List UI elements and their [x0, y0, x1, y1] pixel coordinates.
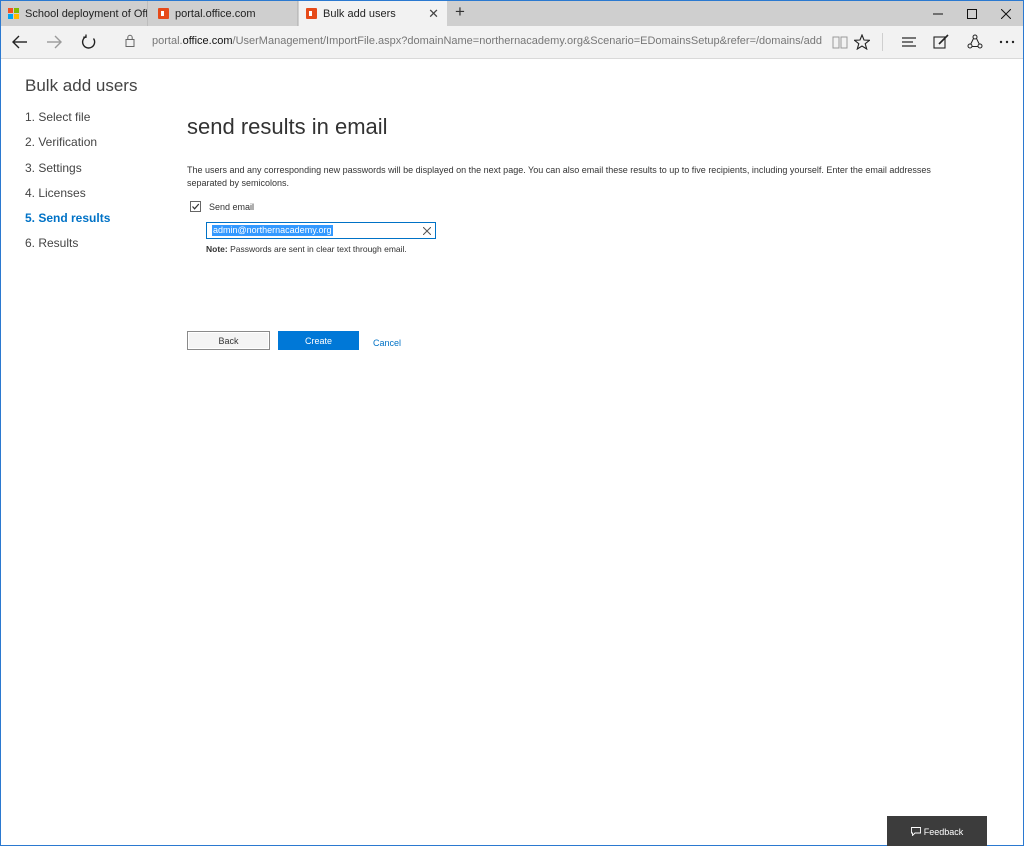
- tab-bulk-add-users[interactable]: Bulk add users ✕: [299, 1, 447, 26]
- step-licenses: 4. Licenses: [25, 185, 86, 200]
- forward-arrow-icon[interactable]: [43, 31, 65, 53]
- tab-label: School deployment of Offic: [25, 7, 147, 20]
- send-email-checkbox[interactable]: [190, 201, 201, 212]
- note-label: Note:: [206, 244, 228, 254]
- url-field[interactable]: portal.office.com/UserManagement/ImportF…: [152, 35, 822, 47]
- wizard-steps: 1. Select file 2. Verification 3. Settin…: [25, 110, 110, 262]
- section-title: send results in email: [187, 114, 388, 139]
- reading-view-icon[interactable]: [830, 32, 850, 52]
- office-logo-icon: [158, 8, 169, 19]
- step-send-results: 5. Send results: [25, 211, 111, 226]
- browser-window: School deployment of Offic portal.office…: [0, 0, 1024, 846]
- step-results: 6. Results: [25, 236, 79, 251]
- send-email-label: Send email: [209, 201, 255, 212]
- window-controls: [921, 1, 1023, 26]
- clear-input-icon[interactable]: [422, 224, 432, 238]
- hub-icon[interactable]: [899, 32, 919, 52]
- email-input-value: admin@northernacademy.org: [212, 225, 333, 236]
- url-domain: office.com: [182, 35, 233, 47]
- microsoft-logo-icon: [8, 8, 19, 19]
- step-select-file: 1. Select file: [25, 110, 91, 124]
- note-text: Passwords are sent in clear text through…: [227, 244, 407, 254]
- create-button[interactable]: Create: [278, 331, 359, 350]
- close-window-icon[interactable]: [989, 1, 1023, 26]
- back-arrow-icon[interactable]: [9, 31, 31, 53]
- refresh-icon[interactable]: [78, 31, 100, 53]
- minimize-icon[interactable]: [921, 1, 955, 26]
- new-tab-button[interactable]: +: [450, 2, 470, 24]
- description-text: The users and any corresponding new pass…: [187, 165, 931, 188]
- feedback-icon: [910, 827, 921, 836]
- feedback-label: Feedback: [923, 826, 964, 837]
- password-note: Note: Passwords are sent in clear text t…: [206, 244, 407, 254]
- close-tab-icon[interactable]: ✕: [428, 6, 439, 22]
- favorite-star-icon[interactable]: [852, 32, 872, 52]
- email-input[interactable]: admin@northernacademy.org: [206, 222, 436, 239]
- url-prefix: portal.: [152, 35, 183, 47]
- page-title: Bulk add users: [25, 76, 138, 95]
- back-button[interactable]: Back: [187, 331, 270, 350]
- maximize-icon[interactable]: [955, 1, 989, 26]
- tab-portal-office[interactable]: portal.office.com: [151, 1, 298, 26]
- step-verification: 2. Verification: [25, 135, 98, 150]
- address-bar-row: portal.office.com/UserManagement/ImportF…: [1, 26, 1023, 59]
- share-icon[interactable]: [965, 32, 985, 52]
- cancel-link[interactable]: Cancel: [373, 338, 401, 348]
- url-path: /UserManagement/ImportFile.aspx?domainNa…: [232, 35, 823, 47]
- tab-school-deployment[interactable]: School deployment of Offic: [1, 1, 148, 26]
- web-note-icon[interactable]: [931, 32, 951, 52]
- office-logo-icon: [306, 8, 317, 19]
- tab-label: Bulk add users: [323, 7, 396, 20]
- send-email-row: Send email: [190, 201, 254, 212]
- tab-label: portal.office.com: [175, 7, 256, 20]
- more-icon[interactable]: [997, 32, 1017, 52]
- toolbar-separator: [882, 33, 883, 51]
- tab-bar: School deployment of Offic portal.office…: [1, 1, 1023, 26]
- step-settings: 3. Settings: [25, 160, 82, 175]
- lock-icon: [125, 34, 135, 47]
- feedback-button[interactable]: Feedback: [887, 816, 987, 846]
